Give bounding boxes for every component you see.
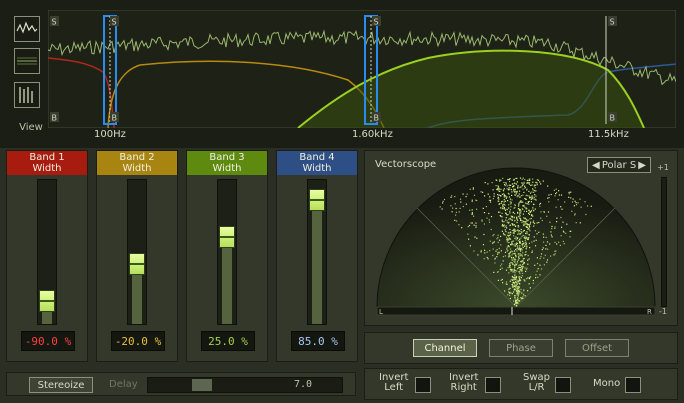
band-3-value[interactable]: 25.0 %: [201, 331, 255, 351]
band-4-width-slider[interactable]: [307, 179, 327, 325]
band-3-width-slider[interactable]: [217, 179, 237, 325]
band1-bypass-marker[interactable]: B: [52, 114, 58, 123]
stereoize-bar: Stereoize Delay 7.0: [6, 372, 356, 396]
band-1-slider-handle[interactable]: [39, 289, 55, 312]
offset-mode-button[interactable]: Offset: [565, 339, 629, 357]
invert-left-checkbox[interactable]: [415, 377, 431, 393]
band-1-panel: Band 1 Width -90.0 %: [6, 150, 88, 362]
band-1-width-slider[interactable]: [37, 179, 57, 325]
band-1-value-unit: %: [64, 335, 72, 348]
band-2-slider-handle[interactable]: [129, 253, 145, 276]
band2-solo-marker[interactable]: S: [112, 18, 117, 27]
band-4-header: Band 4 Width: [277, 151, 357, 175]
band-3-panel: Band 3 Width 25.0 %: [186, 150, 268, 362]
invert-right-label-line2: Right: [450, 382, 477, 393]
band-1-value-number: -90.0: [24, 335, 58, 348]
band-4-name: Band 4: [299, 152, 335, 163]
channel-mode-button[interactable]: Channel: [413, 339, 477, 357]
right-label: R: [647, 308, 652, 316]
band3-solo-marker[interactable]: S: [374, 18, 379, 27]
swap-lr-label: Swap L/R: [523, 373, 550, 393]
band2-bypass-marker[interactable]: B: [112, 114, 118, 123]
left-label: L: [379, 308, 383, 316]
view-label: View: [19, 122, 43, 133]
phase-mode-button[interactable]: Phase: [489, 339, 553, 357]
band-2-name: Band 2: [119, 152, 155, 163]
spectrum-analyzer[interactable]: View S B S B S B S B 100Hz 1.60kHz 11.5k…: [0, 0, 684, 148]
band-4-param: Width: [302, 163, 332, 174]
band-3-name: Band 3: [209, 152, 245, 163]
scale-top-label: +1: [657, 163, 669, 172]
band-2-param: Width: [122, 163, 152, 174]
band-3-slider-fill: [222, 236, 232, 324]
invert-left-label: Invert Left: [379, 373, 408, 393]
band-2-header: Band 2 Width: [97, 151, 177, 175]
spectrum-graph[interactable]: S B S B S B S B: [48, 10, 676, 128]
band3-bypass-marker[interactable]: B: [374, 114, 380, 123]
band-1-param: Width: [32, 163, 62, 174]
invert-right-checkbox[interactable]: [485, 377, 501, 393]
band-3-value-unit: %: [241, 335, 248, 348]
band-4-panel: Band 4 Width 85.0 %: [276, 150, 358, 362]
band-4-slider-fill: [312, 200, 322, 324]
band-2-value[interactable]: -20.0 %: [111, 331, 165, 351]
swap-lr-checkbox[interactable]: [555, 377, 571, 393]
band-4-slider-handle[interactable]: [309, 189, 325, 212]
view-waveform-icon[interactable]: [14, 48, 40, 74]
invert-right-label: Invert Right: [449, 373, 478, 393]
band-3-param: Width: [212, 163, 242, 174]
band-4-value[interactable]: 85.0 %: [291, 331, 345, 351]
band-3-value-number: 25.0: [208, 335, 235, 348]
delay-slider[interactable]: 7.0: [147, 377, 343, 393]
delay-label: Delay: [109, 379, 138, 390]
band4-bypass-marker[interactable]: B: [610, 114, 616, 123]
stereoize-button[interactable]: Stereoize: [29, 377, 93, 393]
view-bars-icon[interactable]: [14, 82, 40, 108]
band-3-slider-handle[interactable]: [219, 225, 235, 248]
mono-label: Mono: [593, 378, 621, 389]
vectorscope-display: L R: [376, 167, 656, 316]
delay-value: 7.0: [293, 379, 312, 390]
swap-lr-label-line2: L/R: [528, 382, 545, 393]
band-1-name: Band 1: [29, 152, 65, 163]
invert-left-label-line2: Left: [384, 382, 404, 393]
view-panel: View: [8, 10, 43, 133]
view-spectrum-icon[interactable]: [14, 16, 40, 42]
freq-label-1-6khz: 1.60kHz: [352, 129, 393, 140]
scale-bottom-label: -1: [659, 307, 667, 316]
freq-label-11-5khz: 11.5kHz: [588, 129, 629, 140]
band-1-header: Band 1 Width: [7, 151, 87, 175]
band4-solo-marker[interactable]: S: [610, 18, 615, 27]
band-4-value-number: 85.0: [298, 335, 325, 348]
mono-checkbox[interactable]: [625, 377, 641, 393]
band-2-value-unit: %: [154, 335, 162, 348]
band1-solo-marker[interactable]: S: [52, 18, 57, 27]
delay-slider-handle[interactable]: [192, 379, 212, 391]
band-2-width-slider[interactable]: [127, 179, 147, 325]
band-1-value[interactable]: -90.0 %: [21, 331, 75, 351]
band-4-value-unit: %: [331, 335, 338, 348]
band-2-panel: Band 2 Width -20.0 %: [96, 150, 178, 362]
band-3-header: Band 3 Width: [187, 151, 267, 175]
band-2-value-number: -20.0: [114, 335, 148, 348]
freq-label-100hz: 100Hz: [94, 129, 126, 140]
options-panel: Invert Left Invert Right Swap L/R Mono: [364, 368, 678, 400]
mode-panel: Channel Phase Offset: [364, 332, 678, 364]
vectorscope-panel: Vectorscope ◀ Polar S ▶ +1 -1 L R: [364, 150, 678, 326]
correlation-meter: [661, 177, 667, 307]
